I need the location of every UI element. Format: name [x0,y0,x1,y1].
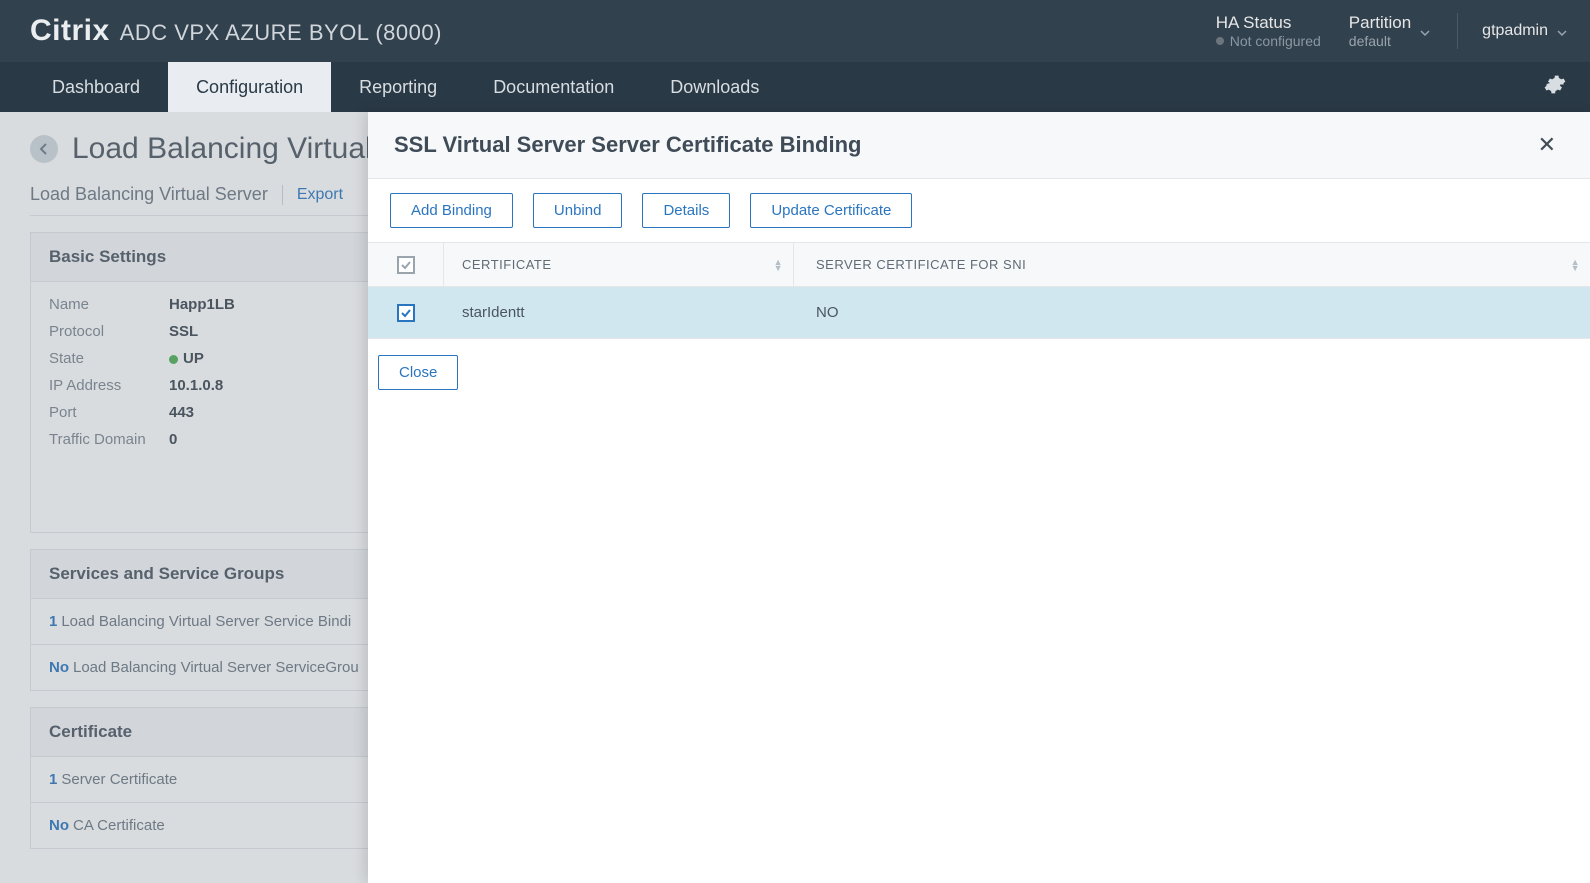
ha-status: HA Status Not configured [1216,13,1321,49]
label-name: Name [49,296,169,313]
chevron-down-icon [1419,26,1429,36]
user-name: gtpadmin [1482,22,1548,40]
tab-downloads[interactable]: Downloads [642,62,787,112]
label-protocol: Protocol [49,323,169,340]
row-checkbox[interactable] [397,304,415,322]
brand-main: Citrix [30,14,110,48]
table-header: CERTIFICATE ▲▼ SERVER CERTIFICATE FOR SN… [368,243,1590,287]
table-row[interactable]: starIdentt NO [368,287,1590,339]
topbar-right: HA Status Not configured Partition defau… [1216,13,1566,49]
brand: Citrix ADC VPX AZURE BYOL (8000) [30,14,442,48]
label-traffic-domain: Traffic Domain [49,431,169,448]
cell-certificate: starIdentt [444,304,794,321]
export-link[interactable]: Export [297,186,343,204]
modal-toolbar: Add Binding Unbind Details Update Certif… [368,179,1590,242]
modal-footer: Close [368,339,1590,406]
navbar: Dashboard Configuration Reporting Docume… [0,62,1590,112]
ha-status-label: HA Status [1216,13,1321,33]
user-dropdown[interactable]: gtpadmin [1457,13,1566,49]
up-dot-icon [169,355,178,364]
page-title: Load Balancing Virtual [72,132,372,166]
modal-header: SSL Virtual Server Server Certificate Bi… [368,112,1590,179]
breadcrumb: Load Balancing Virtual Server [30,184,268,205]
brand-sub: ADC VPX AZURE BYOL (8000) [120,20,442,46]
partition-value: default [1349,33,1411,49]
status-dot-icon [1216,37,1224,45]
back-button[interactable] [30,135,58,163]
col-certificate[interactable]: CERTIFICATE ▲▼ [444,243,794,286]
tab-documentation[interactable]: Documentation [465,62,642,112]
binding-table: CERTIFICATE ▲▼ SERVER CERTIFICATE FOR SN… [368,242,1590,339]
sort-icon: ▲▼ [1571,259,1580,271]
details-button[interactable]: Details [642,193,730,228]
breadcrumb-separator [282,185,283,205]
gear-icon[interactable] [1544,74,1566,101]
cell-sni: NO [794,304,1590,321]
modal-title: SSL Virtual Server Server Certificate Bi… [394,132,861,158]
label-port: Port [49,404,169,421]
label-state: State [49,350,169,367]
modal-ssl-cert-binding: SSL Virtual Server Server Certificate Bi… [368,112,1590,883]
sort-icon: ▲▼ [774,259,783,271]
topbar: Citrix ADC VPX AZURE BYOL (8000) HA Stat… [0,0,1590,62]
update-certificate-button[interactable]: Update Certificate [750,193,912,228]
partition-label: Partition [1349,13,1411,33]
select-all-checkbox[interactable] [397,256,415,274]
label-ip: IP Address [49,377,169,394]
add-binding-button[interactable]: Add Binding [390,193,513,228]
partition-dropdown[interactable]: Partition default [1349,13,1429,49]
col-sni[interactable]: SERVER CERTIFICATE FOR SNI ▲▼ [794,243,1590,286]
close-icon[interactable]: ✕ [1530,128,1564,162]
close-button[interactable]: Close [378,355,458,390]
tab-reporting[interactable]: Reporting [331,62,465,112]
chevron-down-icon [1556,26,1566,36]
tab-configuration[interactable]: Configuration [168,62,331,112]
ha-status-value: Not configured [1216,33,1321,49]
unbind-button[interactable]: Unbind [533,193,623,228]
tab-dashboard[interactable]: Dashboard [24,62,168,112]
